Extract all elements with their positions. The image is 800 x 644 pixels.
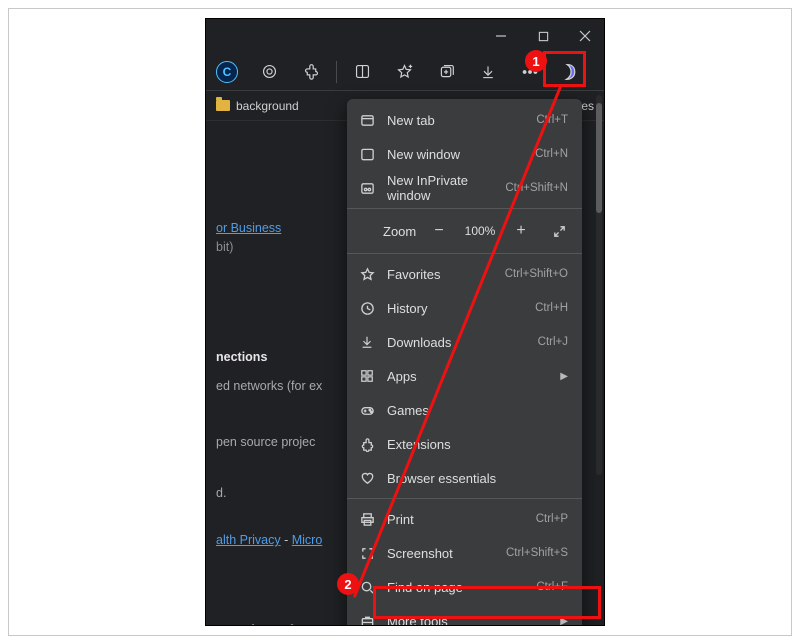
favorites-folder-label: background [236, 99, 299, 113]
scrollbar[interactable] [596, 95, 602, 475]
minimize-button[interactable] [494, 29, 508, 43]
more-menu-button[interactable] [513, 55, 547, 89]
extensions-icon [359, 436, 375, 452]
menu-more-tools[interactable]: More tools ▶ [347, 604, 582, 626]
maximize-button[interactable] [536, 29, 550, 43]
menu-label: Screenshot [387, 546, 494, 561]
menu-history[interactable]: History Ctrl+H [347, 291, 582, 325]
menu-print[interactable]: Print Ctrl+P [347, 502, 582, 536]
menu-label: Browser essentials [387, 471, 568, 486]
menu-separator [347, 208, 582, 209]
close-window-button[interactable] [578, 29, 592, 43]
new-tab-icon [359, 112, 375, 128]
games-icon [359, 402, 375, 418]
menu-favorites[interactable]: Favorites Ctrl+Shift+O [347, 257, 582, 291]
favorites-folder[interactable]: background [216, 99, 299, 113]
profile-badge-letter: C [216, 61, 238, 83]
menu-downloads[interactable]: Downloads Ctrl+J [347, 325, 582, 359]
downloads-icon[interactable] [471, 55, 505, 89]
inprivate-icon [359, 180, 375, 196]
apps-icon [359, 368, 375, 384]
menu-shortcut: Ctrl+P [536, 513, 568, 525]
menu-shortcut: Ctrl+J [538, 336, 568, 348]
menu-label: More tools [387, 614, 548, 627]
menu-label: History [387, 301, 523, 316]
split-screen-icon[interactable] [345, 55, 379, 89]
menu-games[interactable]: Games [347, 393, 582, 427]
scrollbar-thumb[interactable] [596, 103, 602, 213]
menu-shortcut: Ctrl+Shift+S [506, 547, 568, 559]
menu-separator [347, 253, 582, 254]
menu-shortcut: Ctrl+Shift+O [505, 268, 568, 280]
menu-label: Print [387, 512, 524, 527]
zoom-label: Zoom [383, 224, 418, 239]
collections-icon[interactable] [429, 55, 463, 89]
submenu-chevron-icon: ▶ [560, 371, 568, 382]
link-business[interactable]: or Business [216, 221, 281, 235]
menu-screenshot[interactable]: Screenshot Ctrl+Shift+S [347, 536, 582, 570]
menu-browser-essentials[interactable]: Browser essentials [347, 461, 582, 495]
menu-apps[interactable]: Apps ▶ [347, 359, 582, 393]
print-icon [359, 511, 375, 527]
menu-label: New tab [387, 113, 524, 128]
menu-separator [347, 498, 582, 499]
history-icon [359, 300, 375, 316]
menu-new-window[interactable]: New window Ctrl+N [347, 137, 582, 171]
zoom-value: 100% [460, 224, 500, 238]
menu-shortcut: Ctrl+Shift+N [505, 182, 568, 194]
menu-extensions[interactable]: Extensions [347, 427, 582, 461]
menu-inprivate[interactable]: New InPrivate window Ctrl+Shift+N [347, 171, 582, 205]
browser-toolbar: C [206, 53, 604, 91]
more-menu: New tab Ctrl+T New window Ctrl+N New InP… [347, 99, 582, 626]
menu-label: Downloads [387, 335, 526, 350]
toolbox-icon [359, 613, 375, 626]
link-sep: - [284, 533, 292, 547]
link-health-privacy[interactable]: alth Privacy [216, 533, 281, 547]
favorites-star-icon[interactable] [387, 55, 421, 89]
menu-shortcut: Ctrl+H [535, 302, 568, 314]
menu-shortcut: Ctrl+N [535, 148, 568, 160]
menu-label: New InPrivate window [387, 173, 493, 203]
profile-badge[interactable]: C [210, 55, 244, 89]
menu-label: Favorites [387, 267, 493, 282]
menu-label: New window [387, 147, 523, 162]
extensions-puzzle-icon[interactable] [294, 55, 328, 89]
toolbar-divider [336, 61, 337, 83]
downloads-menu-icon [359, 334, 375, 350]
menu-label: Find on page [387, 580, 524, 595]
zoom-out-button[interactable]: − [426, 218, 452, 244]
new-window-icon [359, 146, 375, 162]
window-controls [206, 19, 604, 53]
folder-icon [216, 100, 230, 111]
menu-label: Apps [387, 369, 548, 384]
menu-zoom: Zoom − 100% + [347, 212, 582, 250]
copilot-icon[interactable] [555, 55, 589, 89]
menu-label: Games [387, 403, 568, 418]
browser-window: C [205, 18, 605, 626]
favorites-icon [359, 266, 375, 282]
heart-pulse-icon [359, 470, 375, 486]
search-icon [359, 579, 375, 595]
link-microsoft[interactable]: Micro [292, 533, 323, 547]
screenshot-icon [359, 545, 375, 561]
menu-shortcut: Ctrl+F [536, 581, 568, 593]
fullscreen-button[interactable] [546, 218, 572, 244]
menu-new-tab[interactable]: New tab Ctrl+T [347, 103, 582, 137]
menu-label: Extensions [387, 437, 568, 452]
submenu-chevron-icon: ▶ [560, 616, 568, 627]
zoom-in-button[interactable]: + [508, 218, 534, 244]
menu-find[interactable]: Find on page Ctrl+F [347, 570, 582, 604]
menu-shortcut: Ctrl+T [536, 114, 568, 126]
rewards-icon[interactable] [252, 55, 286, 89]
